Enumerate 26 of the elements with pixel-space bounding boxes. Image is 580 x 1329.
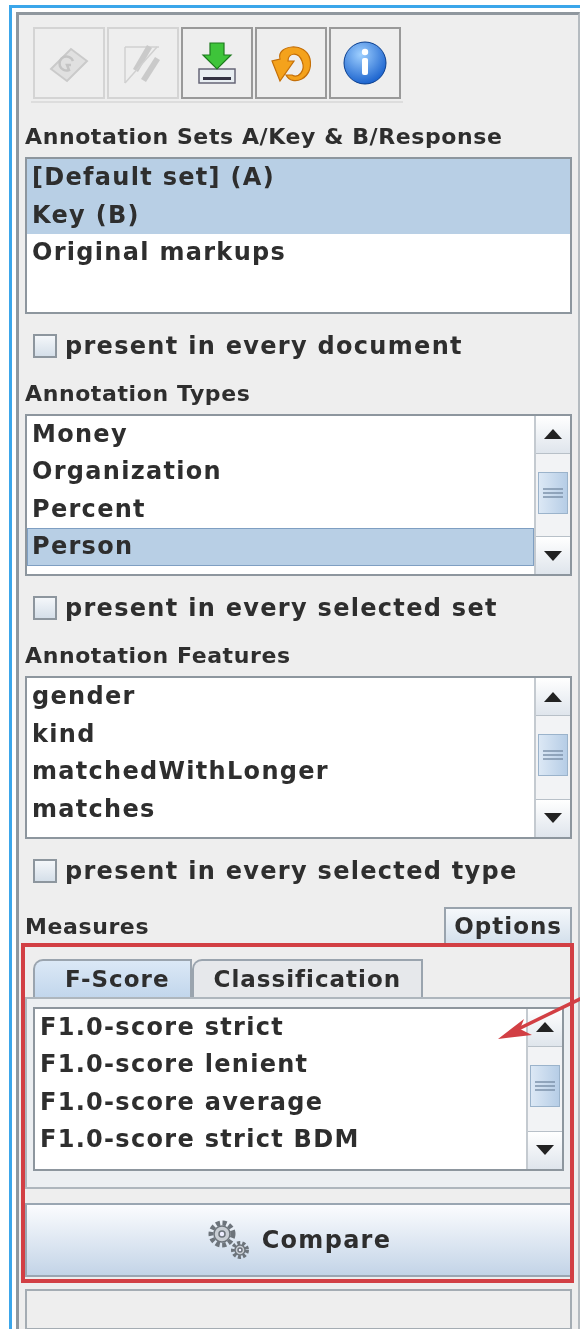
list-item[interactable]: Key (B): [27, 196, 570, 234]
section-heading: Measures: [25, 912, 150, 941]
section-heading: Annotation Features: [25, 642, 292, 671]
list-item[interactable]: F1.0-score average: [35, 1083, 526, 1122]
list-item[interactable]: F1.0-score strict: [35, 1008, 526, 1047]
list-item[interactable]: F1.0-score strict BDM: [35, 1121, 526, 1159]
list-item[interactable]: matches: [27, 790, 534, 829]
list-item[interactable]: Money: [27, 415, 534, 454]
tab[interactable]: Classification: [191, 958, 424, 997]
list-item[interactable]: Organization: [27, 453, 534, 491]
checkbox[interactable]: present in every selected type: [33, 856, 572, 885]
tab[interactable]: F-Score: [33, 958, 192, 997]
options-button[interactable]: Options: [444, 906, 572, 945]
list-item[interactable]: F1.0-score lenient: [35, 1046, 526, 1084]
compare-button[interactable]: Compare: [25, 1202, 572, 1277]
checkbox[interactable]: present in every selected set: [33, 594, 572, 623]
section-heading: Annotation Sets A/Key & B/Response: [25, 123, 504, 151]
list-item[interactable]: gender: [27, 678, 534, 716]
list-item[interactable]: kind: [27, 715, 534, 754]
list-item[interactable]: Person: [27, 528, 534, 566]
list-item[interactable]: [Default set] (A): [27, 159, 570, 197]
section-heading: Annotation Types: [25, 379, 252, 408]
checkbox[interactable]: present in every document: [33, 331, 572, 360]
list-item[interactable]: matchedWithLonger: [27, 753, 534, 791]
list-item[interactable]: Percent: [27, 490, 534, 529]
list-item[interactable]: Original markups: [27, 234, 570, 272]
